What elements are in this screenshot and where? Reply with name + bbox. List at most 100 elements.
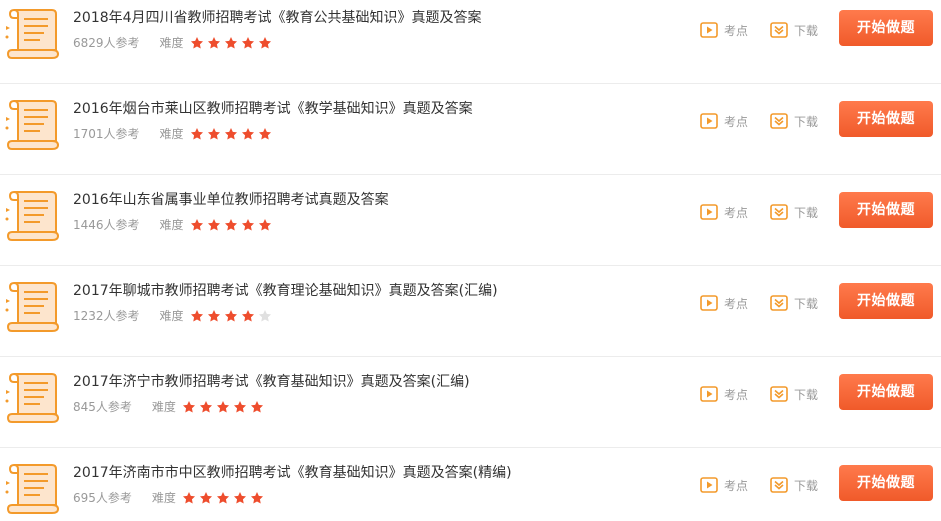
kaodian-button[interactable]: 考点 [700,476,748,494]
document-scroll-icon [4,4,62,60]
difficulty-label: 难度 [159,127,184,141]
star-filled-icon [190,36,204,50]
exam-title[interactable]: 2016年山东省属事业单位教师招聘考试真题及答案 [73,190,389,210]
download-button[interactable]: 下载 [770,21,818,39]
star-filled-icon [224,127,238,141]
star-filled-icon [250,400,264,414]
exam-title[interactable]: 2017年济南市市中区教师招聘考试《教育基础知识》真题及答案(精编) [73,463,512,483]
exam-title[interactable]: 2017年聊城市教师招聘考试《教育理论基础知识》真题及答案(汇编) [73,281,498,301]
start-practice-button[interactable]: 开始做题 [839,101,933,137]
download-button[interactable]: 下载 [770,112,818,130]
download-button[interactable]: 下载 [770,294,818,312]
difficulty-label: 难度 [159,218,184,232]
star-filled-icon [233,400,247,414]
kaodian-label: 考点 [724,23,749,38]
difficulty-label: 难度 [159,309,184,323]
exam-meta: 1446人参考 难度 [73,217,275,233]
start-practice-button[interactable]: 开始做题 [839,283,933,319]
star-filled-icon [258,218,272,232]
kaodian-label: 考点 [724,296,749,311]
star-filled-icon [190,309,204,323]
download-button[interactable]: 下载 [770,203,818,221]
star-filled-icon [207,36,221,50]
participant-count: 6829人参考 [73,36,140,50]
exam-row: 2017年聊城市教师招聘考试《教育理论基础知识》真题及答案(汇编) 1232人参… [0,266,941,357]
star-filled-icon [207,309,221,323]
difficulty-stars [190,309,275,323]
kaodian-button[interactable]: 考点 [700,203,748,221]
download-icon [770,204,788,220]
start-practice-button[interactable]: 开始做题 [839,465,933,501]
play-icon [700,477,718,493]
star-filled-icon [241,36,255,50]
star-filled-icon [199,400,213,414]
download-icon [770,386,788,402]
difficulty-label: 难度 [151,491,176,505]
kaodian-label: 考点 [724,478,749,493]
star-filled-icon [216,491,230,505]
document-scroll-icon [4,459,62,515]
start-practice-button[interactable]: 开始做题 [839,192,933,228]
star-filled-icon [182,491,196,505]
star-filled-icon [250,491,264,505]
download-icon [770,295,788,311]
participant-count: 1701人参考 [73,127,140,141]
download-label: 下载 [794,205,819,220]
kaodian-button[interactable]: 考点 [700,112,748,130]
exam-meta: 845人参考 难度 [73,399,267,415]
exam-row: 2018年4月四川省教师招聘考试《教育公共基础知识》真题及答案 6829人参考 … [0,0,941,84]
difficulty-stars [190,218,275,232]
play-icon [700,113,718,129]
download-icon [770,22,788,38]
download-button[interactable]: 下载 [770,476,818,494]
play-icon [700,386,718,402]
star-filled-icon [207,218,221,232]
participant-count: 695人参考 [73,491,132,505]
document-scroll-icon [4,368,62,424]
star-filled-icon [224,309,238,323]
difficulty-stars [190,36,275,50]
exam-title[interactable]: 2018年4月四川省教师招聘考试《教育公共基础知识》真题及答案 [73,8,482,28]
star-filled-icon [190,218,204,232]
star-filled-icon [258,127,272,141]
play-icon [700,204,718,220]
difficulty-label: 难度 [159,36,184,50]
exam-title[interactable]: 2016年烟台市莱山区教师招聘考试《教学基础知识》真题及答案 [73,99,473,119]
exam-meta: 695人参考 难度 [73,490,267,506]
participant-count: 1232人参考 [73,309,140,323]
start-practice-button[interactable]: 开始做题 [839,374,933,410]
star-filled-icon [224,218,238,232]
exam-meta: 1232人参考 难度 [73,308,275,324]
kaodian-button[interactable]: 考点 [700,294,748,312]
participant-count: 845人参考 [73,400,132,414]
difficulty-stars [182,491,267,505]
download-button[interactable]: 下载 [770,385,818,403]
star-filled-icon [216,400,230,414]
exam-row: 2017年济南市市中区教师招聘考试《教育基础知识》真题及答案(精编) 695人参… [0,448,941,521]
star-filled-icon [241,218,255,232]
difficulty-stars [182,400,267,414]
exam-title[interactable]: 2017年济宁市教师招聘考试《教育基础知识》真题及答案(汇编) [73,372,470,392]
start-practice-button[interactable]: 开始做题 [839,10,933,46]
document-scroll-icon [4,95,62,151]
exam-meta: 6829人参考 难度 [73,35,275,51]
exam-row: 2016年山东省属事业单位教师招聘考试真题及答案 1446人参考 难度 考点 下… [0,175,941,266]
kaodian-label: 考点 [724,114,749,129]
download-label: 下载 [794,296,819,311]
download-icon [770,113,788,129]
document-scroll-icon [4,277,62,333]
star-filled-icon [182,400,196,414]
play-icon [700,22,718,38]
download-label: 下载 [794,23,819,38]
play-icon [700,295,718,311]
difficulty-label: 难度 [151,400,176,414]
difficulty-stars [190,127,275,141]
exam-meta: 1701人参考 难度 [73,126,275,142]
star-empty-icon [258,309,272,323]
document-scroll-icon [4,186,62,242]
star-filled-icon [224,36,238,50]
kaodian-button[interactable]: 考点 [700,21,748,39]
download-icon [770,477,788,493]
star-filled-icon [199,491,213,505]
kaodian-button[interactable]: 考点 [700,385,748,403]
